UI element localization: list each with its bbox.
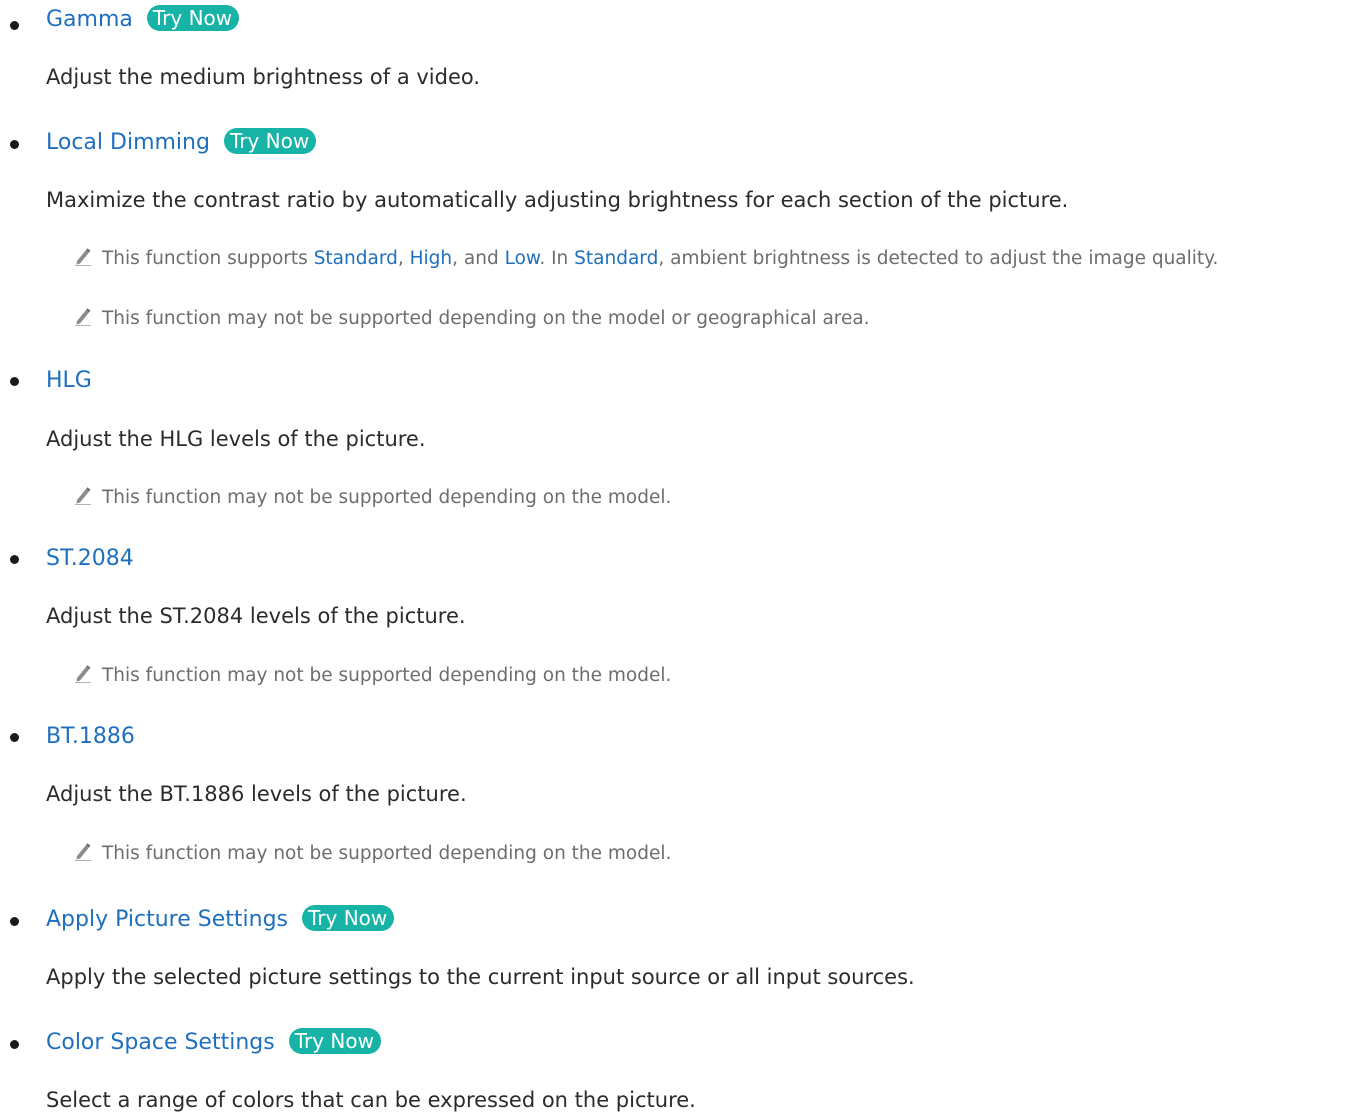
pencil-icon [75,665,91,683]
heading-label[interactable]: Apply Picture Settings [46,907,288,932]
section-heading-apply-picture-settings[interactable]: Apply Picture Settings Try Now [46,905,395,935]
bullet-icon [10,733,19,742]
bullet-icon [10,555,19,564]
note-text: This function may not be supported depen… [102,843,672,864]
bullet-icon [10,1040,19,1049]
section-heading-gamma[interactable]: Gamma Try Now [46,5,240,35]
section-description: Adjust the medium brightness of a video. [46,65,481,89]
pencil-icon [75,248,91,266]
bullet-icon [10,377,19,386]
manual-page: Gamma Try Now Adjust the medium brightnes… [0,0,1367,1117]
heading-label[interactable]: ST.2084 [46,546,134,571]
note-text: This function may not be supported depen… [102,487,672,508]
keyword-high: High [409,248,453,269]
heading-label[interactable]: Gamma [46,7,133,32]
note-text: This function supports Standard, High, a… [102,248,1219,269]
pencil-icon [75,487,91,505]
pencil-icon [75,308,91,326]
note-text: This function may not be supported depen… [102,308,870,329]
section-description: Apply the selected picture settings to t… [46,965,915,989]
try-now-button[interactable]: Try Now [302,905,395,931]
section-heading-st2084[interactable]: ST.2084 [46,544,134,574]
keyword-standard: Standard [574,248,659,269]
try-now-button[interactable]: Try Now [288,1028,381,1054]
section-heading-hlg[interactable]: HLG [46,366,92,396]
note-item: This function may not be supported depen… [74,840,671,868]
heading-label[interactable]: Color Space Settings [46,1030,275,1055]
keyword-low: Low [504,248,540,269]
note-item: This function may not be supported depen… [74,305,870,333]
section-description: Adjust the ST.2084 levels of the picture… [46,604,466,628]
heading-label[interactable]: BT.1886 [46,724,135,749]
pencil-icon [75,843,91,861]
bullet-icon [10,140,19,149]
try-now-button[interactable]: Try Now [146,5,240,31]
section-heading-bt1886[interactable]: BT.1886 [46,722,135,752]
section-description: Select a range of colors that can be exp… [46,1088,696,1112]
keyword-standard: Standard [313,248,398,269]
try-now-button[interactable]: Try Now [223,128,317,154]
note-item: This function may not be supported depen… [74,484,671,512]
note-item: This function may not be supported depen… [74,662,671,690]
section-description: Adjust the HLG levels of the picture. [46,427,426,451]
bullet-icon [10,21,19,30]
bullet-icon [10,917,19,926]
note-item: This function supports Standard, High, a… [74,245,1218,273]
section-description: Maximize the contrast ratio by automatic… [46,188,1069,212]
section-description: Adjust the BT.1886 levels of the picture… [46,782,467,806]
heading-label[interactable]: HLG [46,368,92,393]
section-heading-color-space-settings[interactable]: Color Space Settings Try Now [46,1028,381,1058]
heading-label[interactable]: Local Dimming [46,130,210,155]
section-heading-local-dimming[interactable]: Local Dimming Try Now [46,128,317,158]
note-text: This function may not be supported depen… [102,665,672,686]
